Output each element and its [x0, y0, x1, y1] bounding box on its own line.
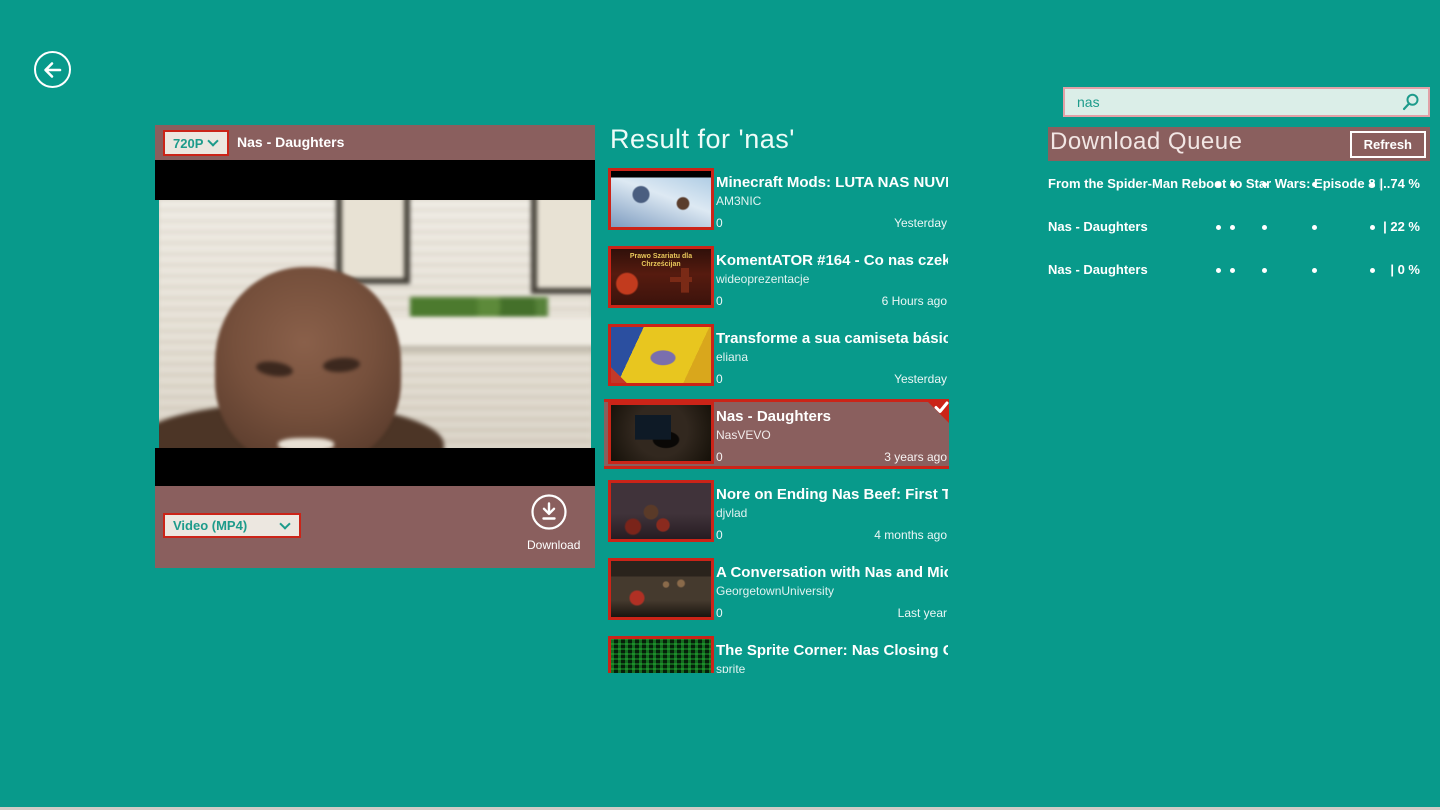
queue-item[interactable]: From the Spider-Man Reboot to Star Wars:…: [1048, 176, 1430, 198]
result-item[interactable]: A Conversation with Nas and Michae... Ge…: [604, 558, 949, 622]
mouth: [278, 437, 335, 448]
player-video-title: Nas - Daughters: [237, 134, 345, 150]
result-view-count: 0: [716, 372, 723, 386]
result-age: Last year: [897, 606, 947, 620]
video-thumbnail[interactable]: [608, 324, 714, 386]
result-view-count: 0: [716, 216, 723, 230]
search-box: [1063, 87, 1430, 117]
result-view-count: 0: [716, 294, 723, 308]
result-view-count: 0: [716, 450, 723, 464]
queue-item-progress: | 22 %: [1383, 219, 1420, 234]
result-title: Transforme a sua camiseta básica em...: [716, 330, 948, 347]
video-thumbnail[interactable]: [608, 480, 714, 542]
download-queue-header: Download Queue Refresh: [1048, 127, 1430, 161]
picture-frame: [336, 200, 410, 285]
result-item[interactable]: Transforme a sua camiseta básica em... e…: [604, 324, 949, 388]
chevron-down-icon: [279, 517, 291, 530]
queue-item[interactable]: Nas - Daughters | 22 %: [1048, 219, 1430, 241]
picture-frame: [530, 200, 591, 295]
result-author: AM3NIC: [716, 194, 762, 208]
result-title: The Sprite Corner: Nas Closing Conce...: [716, 642, 948, 659]
result-view-count: 0: [716, 528, 723, 542]
result-title: Minecraft Mods: LUTA NAS NUVENS...: [716, 174, 948, 191]
result-title: KomentATOR #164 - Co nas czeka: [716, 252, 948, 269]
video-thumbnail[interactable]: Prawo Szariatu dla Chrześcijan: [608, 246, 714, 308]
result-age: 6 Hours ago: [881, 294, 947, 308]
queue-item-title: From the Spider-Man Reboot to Star Wars:…: [1048, 176, 1380, 191]
result-author: wideoprezentacje: [716, 272, 810, 286]
video-frame[interactable]: [159, 200, 591, 448]
letterbox-top: [155, 160, 595, 200]
result-title: Nore on Ending Nas Beef: First Thing...: [716, 486, 948, 503]
player-controls: Video (MP4) Download: [155, 486, 595, 568]
selected-check-icon: [934, 401, 949, 419]
search-icon[interactable]: [1401, 93, 1420, 112]
result-age: Yesterday: [894, 372, 947, 386]
format-dropdown-value: Video (MP4): [173, 518, 248, 533]
letterbox-bottom: [155, 448, 595, 486]
result-author: GeorgetownUniversity: [716, 584, 835, 598]
queue-item-title: Nas - Daughters: [1048, 262, 1148, 277]
queue-item-progress: |..74 %: [1379, 176, 1421, 191]
back-button[interactable]: [34, 51, 71, 88]
queue-item-title: Nas - Daughters: [1048, 219, 1148, 234]
results-list: Minecraft Mods: LUTA NAS NUVENS... AM3NI…: [604, 168, 949, 673]
result-item[interactable]: Prawo Szariatu dla Chrześcijan KomentATO…: [604, 246, 949, 310]
video-player-panel: 720P Nas - Daughters Video (MP4) Downloa…: [155, 125, 595, 568]
result-author: NasVEVO: [716, 428, 771, 442]
result-item[interactable]: Nore on Ending Nas Beef: First Thing... …: [604, 480, 949, 544]
back-arrow-icon: [42, 60, 63, 80]
download-queue-title: Download Queue: [1050, 128, 1243, 155]
result-author: sprite: [716, 662, 746, 673]
result-title: A Conversation with Nas and Michae...: [716, 564, 948, 581]
download-icon: [529, 492, 569, 532]
eye: [322, 356, 361, 374]
result-item[interactable]: Minecraft Mods: LUTA NAS NUVENS... AM3NI…: [604, 168, 949, 232]
download-button-label: Download: [527, 538, 581, 552]
eye: [255, 359, 294, 379]
result-item-selected[interactable]: Nas - Daughters NasVEVO 0 3 years ago: [604, 399, 949, 466]
person-face: [215, 266, 401, 448]
thumbnail-caption: Prawo Szariatu dla Chrześcijan: [629, 253, 693, 268]
search-input[interactable]: [1065, 94, 1401, 110]
chevron-down-icon: [207, 135, 219, 147]
result-view-count: 0: [716, 606, 723, 620]
queue-item-progress: | 0 %: [1390, 262, 1420, 277]
result-age: 3 years ago: [884, 450, 947, 464]
result-age: 4 months ago: [874, 528, 947, 542]
queue-item[interactable]: Nas - Daughters | 0 %: [1048, 262, 1430, 284]
video-thumbnail[interactable]: [608, 402, 714, 464]
result-title: Nas - Daughters: [716, 408, 832, 425]
shelf: [375, 316, 591, 347]
results-header: Result for 'nas': [610, 124, 795, 154]
video-thumbnail[interactable]: [608, 168, 714, 230]
result-age: Yesterday: [894, 216, 947, 230]
video-thumbnail[interactable]: [608, 636, 714, 673]
result-item[interactable]: The Sprite Corner: Nas Closing Conce... …: [604, 636, 949, 673]
refresh-button[interactable]: Refresh: [1349, 131, 1426, 158]
video-thumbnail[interactable]: [608, 558, 714, 620]
quality-dropdown-value: 720P: [173, 135, 204, 151]
quality-dropdown[interactable]: 720P: [163, 130, 229, 156]
result-author: eliana: [716, 350, 749, 364]
player-header: 720P Nas - Daughters: [155, 125, 595, 160]
format-dropdown[interactable]: Video (MP4): [163, 513, 301, 538]
download-button[interactable]: Download: [527, 492, 581, 552]
result-author: djvlad: [716, 506, 748, 520]
